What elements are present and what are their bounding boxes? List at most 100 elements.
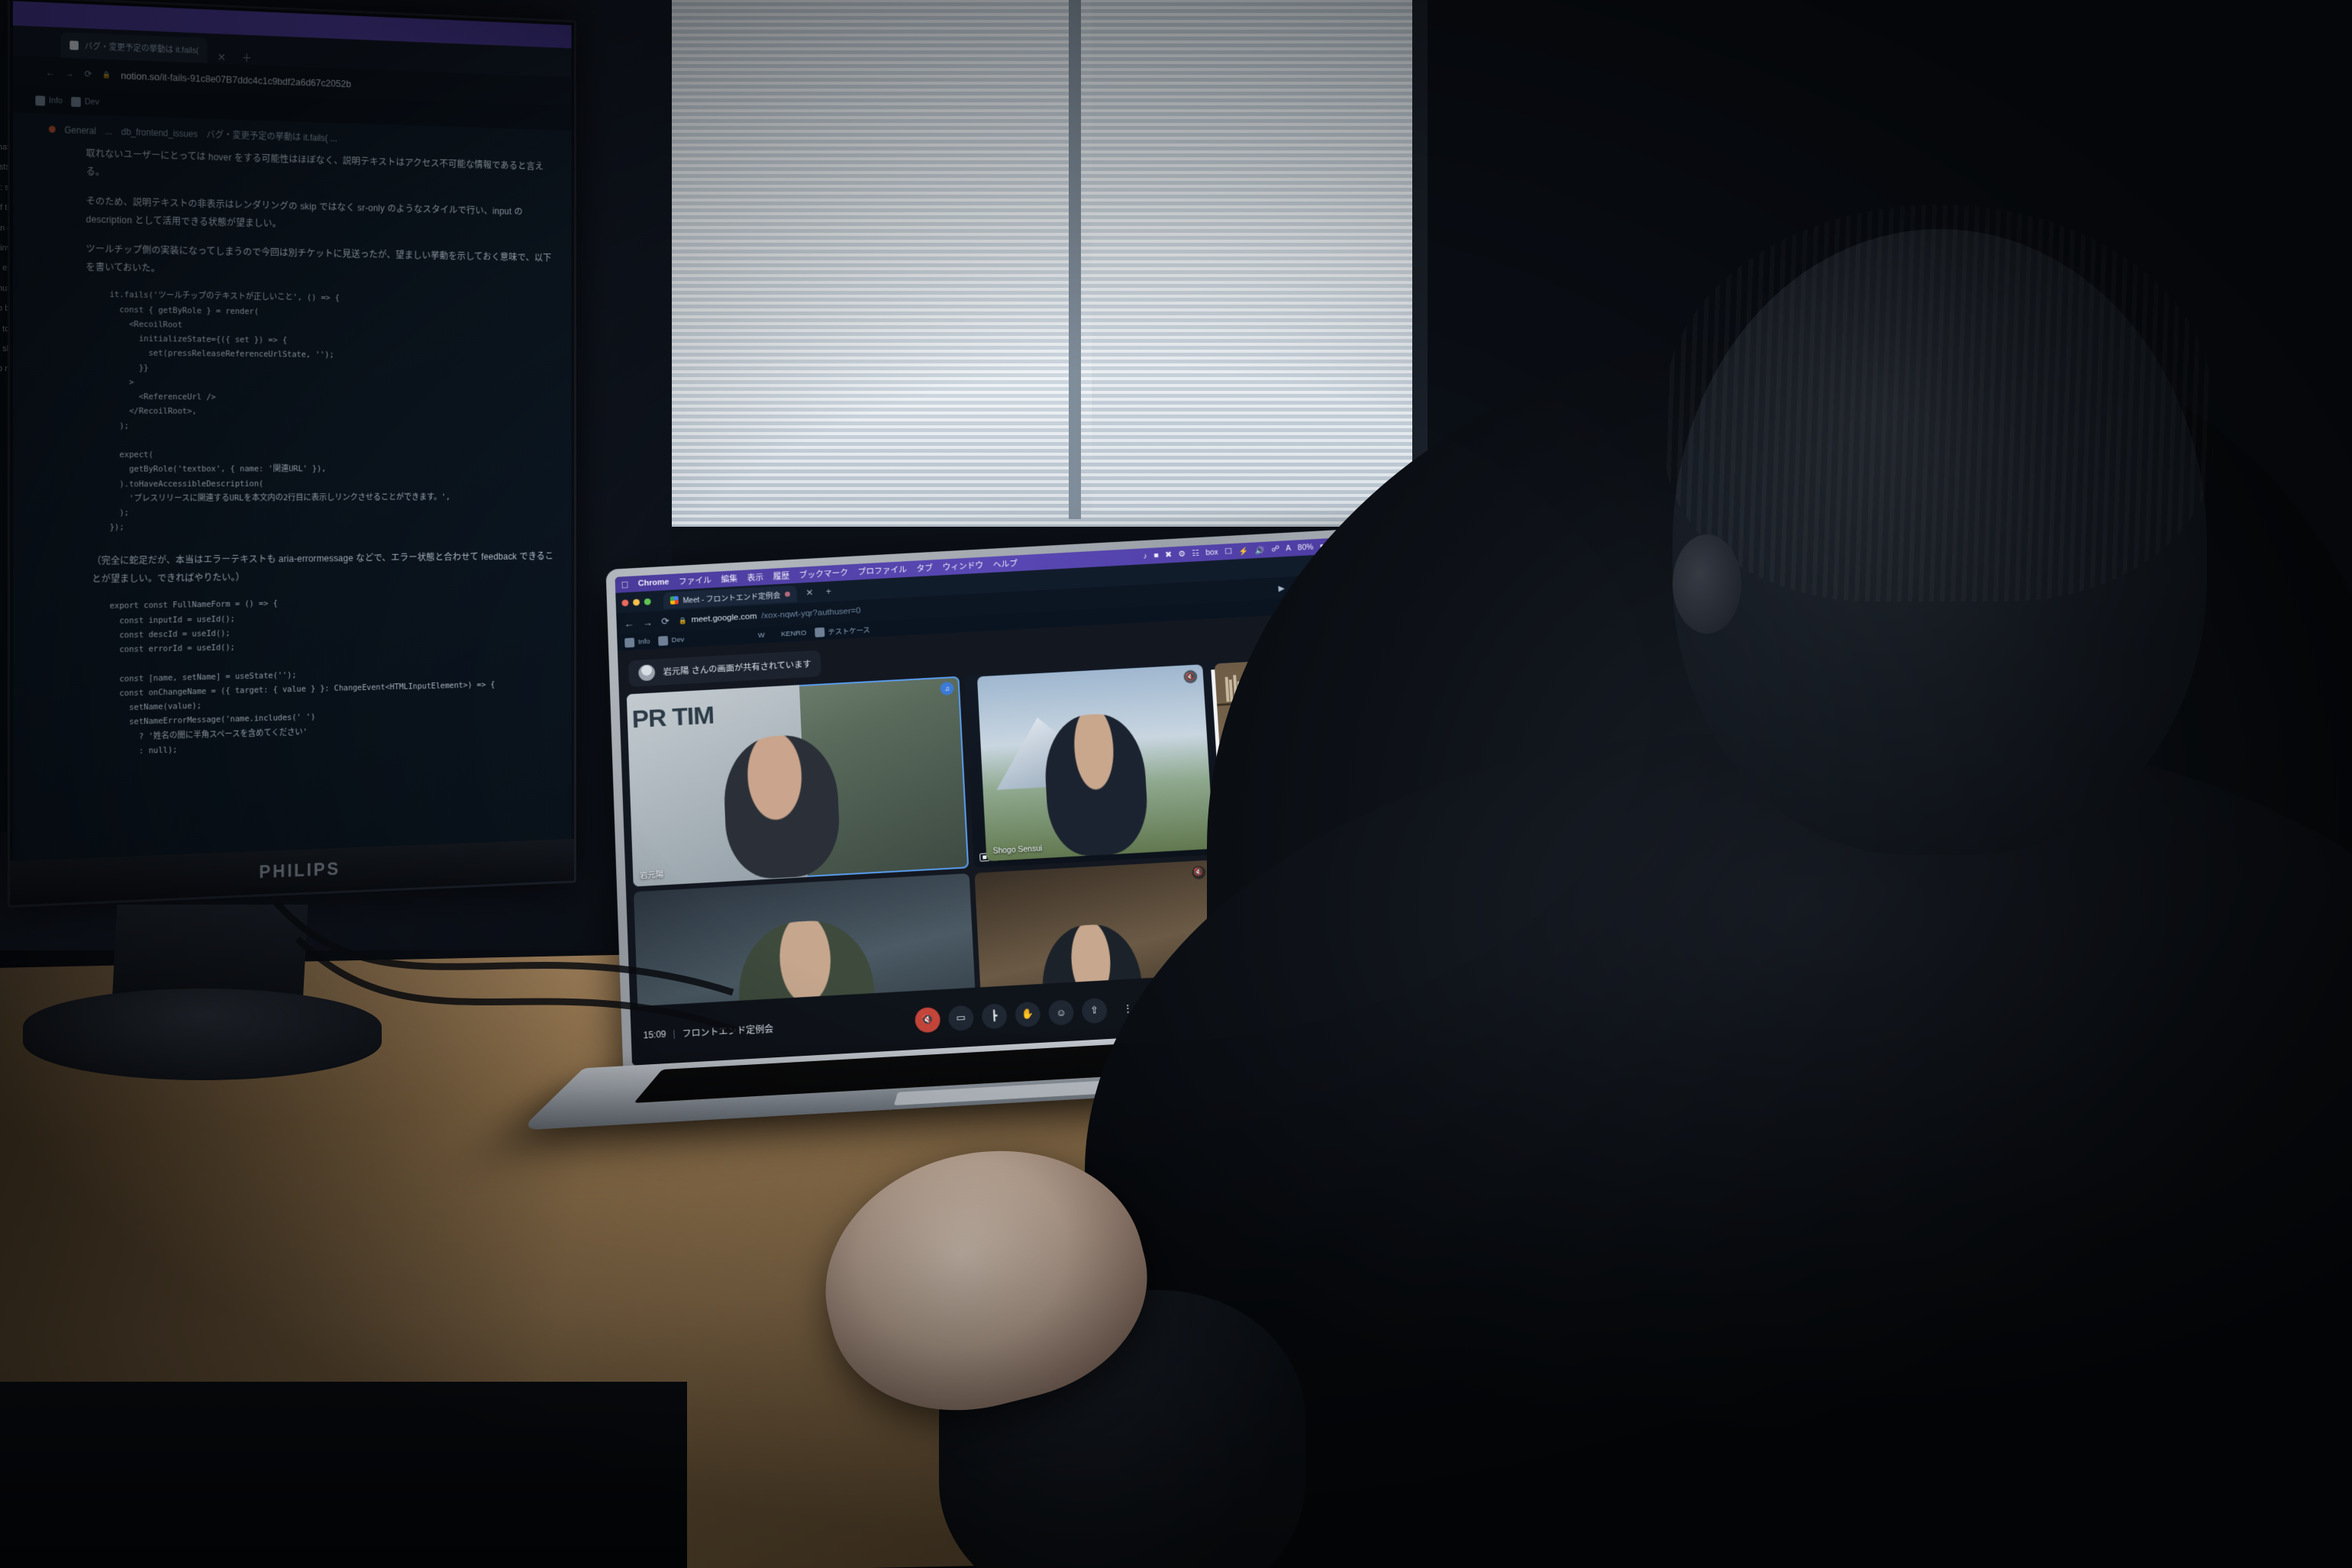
breadcrumb-current: バグ・変更予定の挙動は it.fails( ...	[206, 129, 337, 144]
participant-video-person	[721, 732, 842, 882]
window-blinds-right	[1092, 0, 1420, 511]
bookmark-w-icon[interactable]: W	[758, 631, 765, 640]
bookmark-kenro[interactable]: KENRO	[781, 629, 806, 638]
share-banner-text: 岩元陽 さんの画面が共有されています	[663, 660, 812, 677]
battery-percent: 80%	[1297, 543, 1314, 553]
url-path: /xox-nqwt-yqr?authuser=0	[761, 606, 861, 621]
screen-share-banner: 岩元陽 さんの画面が共有されています	[628, 650, 822, 687]
reload-icon[interactable]: ⟳	[661, 615, 669, 628]
notion-code-block: it.fails('ツールチップのテキストが正しいこと', () => { co…	[109, 289, 451, 533]
captions-toggle[interactable]: ┣	[981, 1002, 1008, 1029]
notion-favicon	[69, 40, 79, 50]
stats-icon[interactable]: ☷	[1192, 549, 1199, 558]
bookmark-info[interactable]: Info	[624, 637, 650, 647]
camera-toggle[interactable]: ▭	[947, 1005, 975, 1031]
screen-record-icon[interactable]: ■	[1153, 551, 1159, 560]
person-ear	[1673, 534, 1741, 634]
forward-icon[interactable]: →	[65, 68, 74, 79]
menu-bookmarks[interactable]: ブックマーク	[799, 566, 849, 581]
bolt-icon[interactable]: ⚡	[1238, 546, 1248, 556]
back-icon[interactable]: ←	[624, 618, 634, 629]
forward-icon[interactable]: →	[643, 617, 653, 628]
photo-scene: that lists e: set of the an object t inv…	[0, 0, 2352, 1568]
meet-favicon	[669, 595, 679, 605]
menu-window[interactable]: ウィンドウ	[942, 560, 983, 573]
lock-icon: 🔒	[678, 616, 687, 624]
reactions-button[interactable]: ☺	[1047, 999, 1075, 1026]
close-tab-icon[interactable]: ✕	[802, 587, 817, 598]
breadcrumb-item[interactable]: db_frontend_issues	[121, 126, 198, 139]
menubar-app-name[interactable]: Chrome	[638, 578, 669, 589]
participant-name: Shogo Sensui	[992, 844, 1043, 856]
breadcrumb-item[interactable]: General	[64, 124, 95, 136]
notion-note: （完全に蛇足だが、本当はエラーテキストも aria-errormessage な…	[21, 547, 565, 589]
floor	[0, 1382, 687, 1568]
mute-icon: 🔇	[1182, 669, 1198, 684]
volume-icon[interactable]: 🔊	[1254, 545, 1264, 555]
folder-icon	[624, 637, 635, 647]
bookmark-dev[interactable]: Dev	[657, 634, 685, 646]
menu-tab[interactable]: タブ	[916, 562, 933, 574]
participant-tile-sensui[interactable]: 🔇 Shogo Sensui	[976, 664, 1215, 862]
tab-recording-indicator-icon	[785, 591, 791, 597]
menu-edit[interactable]: 編集	[721, 573, 737, 585]
reload-icon[interactable]: ⟳	[85, 69, 92, 79]
window-frame-right	[1412, 0, 1428, 519]
external-browser-tab[interactable]: バグ・変更予定の挙動は it.fails(	[60, 31, 208, 63]
new-tab-icon[interactable]: +	[822, 586, 835, 597]
menu-history[interactable]: 履歴	[773, 569, 790, 582]
menu-file[interactable]: ファイル	[679, 574, 711, 587]
avatar	[638, 664, 656, 682]
notion-paragraph: そのため、説明テキストの非表示はレンダリングの skip ではなく sr-onl…	[85, 195, 523, 230]
notion-paragraph: （完全に蛇足だが、本当はエラーテキストも aria-errormessage な…	[92, 550, 554, 585]
breadcrumb-ellipsis[interactable]: ...	[105, 126, 113, 137]
notion-content: 取れないユーザーにとっては hover をする可能性はほぼなく、説明テキストはア…	[21, 142, 565, 284]
close-window-icon[interactable]	[621, 598, 629, 606]
external-monitor: バグ・変更予定の挙動は it.fails( ✕ ＋ ← → ⟳ 🔒 notion…	[8, 0, 576, 908]
prtimes-logo: PR TIM	[631, 701, 715, 734]
present-now-button[interactable]: ⇧	[1081, 997, 1108, 1024]
participant-tile[interactable]: PR TIM ♫ 岩元陽	[626, 676, 970, 886]
beanie-hat	[1665, 205, 2213, 602]
shortcut-icon[interactable]: ⚙	[1178, 550, 1186, 559]
external-new-tab-icon[interactable]: ＋	[236, 50, 257, 66]
menu-view[interactable]: 表示	[747, 571, 763, 583]
sound-on-icon: ♫	[940, 681, 954, 696]
minimize-window-icon[interactable]	[633, 598, 640, 606]
raycast-icon[interactable]: ✖	[1165, 550, 1172, 560]
menu-help[interactable]: ヘルプ	[992, 557, 1018, 570]
microphone-toggle[interactable]: 🔇	[914, 1006, 941, 1033]
menu-profile[interactable]: プロファイル	[857, 563, 908, 578]
display-icon[interactable]: ☐	[1224, 547, 1232, 557]
tab-title: Meet - フロントエンド定例会	[682, 592, 781, 605]
bookmark-testcases[interactable]: テストケース	[814, 624, 870, 637]
external-monitor-screen: バグ・変更予定の挙動は it.fails( ✕ ＋ ← → ⟳ 🔒 notion…	[12, 1, 572, 861]
notion-paragraph: ツールチップ側の実装になってしまうので今回は別チケットに見送ったが、望ましい挙動…	[85, 243, 552, 274]
bluetooth-icon[interactable]: ☍	[1271, 544, 1279, 553]
office-window-right	[1092, 0, 1420, 511]
address-bar[interactable]: 🔒 meet.google.com/xox-nqwt-yqr?authuser=…	[678, 606, 860, 624]
apple-icon[interactable]: 	[621, 579, 628, 590]
input-source-icon[interactable]: A	[1286, 544, 1292, 553]
bookmark-folder-dev[interactable]: Dev	[71, 96, 99, 107]
mute-icon: 🔇	[1191, 865, 1206, 879]
maximize-window-icon[interactable]	[644, 598, 651, 605]
window-mullion	[1069, 0, 1081, 519]
external-url: notion.so/it-fails-91c8e07B7ddc4c1c9bdf2…	[121, 69, 351, 89]
participant-video-person	[1042, 711, 1150, 858]
folder-icon	[35, 95, 46, 106]
media-icon[interactable]: ▶	[1278, 583, 1285, 593]
headphones-icon[interactable]: ♪	[1143, 552, 1147, 561]
lock-icon: 🔒	[102, 70, 111, 79]
folder-icon	[71, 96, 82, 107]
raise-hand-button[interactable]: ✋	[1015, 1001, 1041, 1028]
box-icon[interactable]: box	[1205, 548, 1218, 557]
notion-page: General ... db_frontend_issues バグ・変更予定の挙…	[12, 112, 572, 861]
external-chrome-window: バグ・変更予定の挙動は it.fails( ✕ ＋ ← → ⟳ 🔒 notion…	[12, 1, 572, 131]
desk-cables	[272, 899, 738, 1034]
back-icon[interactable]: ←	[46, 67, 55, 78]
external-close-tab-icon[interactable]: ✕	[211, 51, 231, 65]
external-tab-title: バグ・変更予定の挙動は it.fails(	[84, 41, 199, 56]
notion-code-block-2: export const FullNameForm = () => { cons…	[109, 598, 495, 756]
bookmark-folder-info[interactable]: Info	[35, 95, 63, 106]
